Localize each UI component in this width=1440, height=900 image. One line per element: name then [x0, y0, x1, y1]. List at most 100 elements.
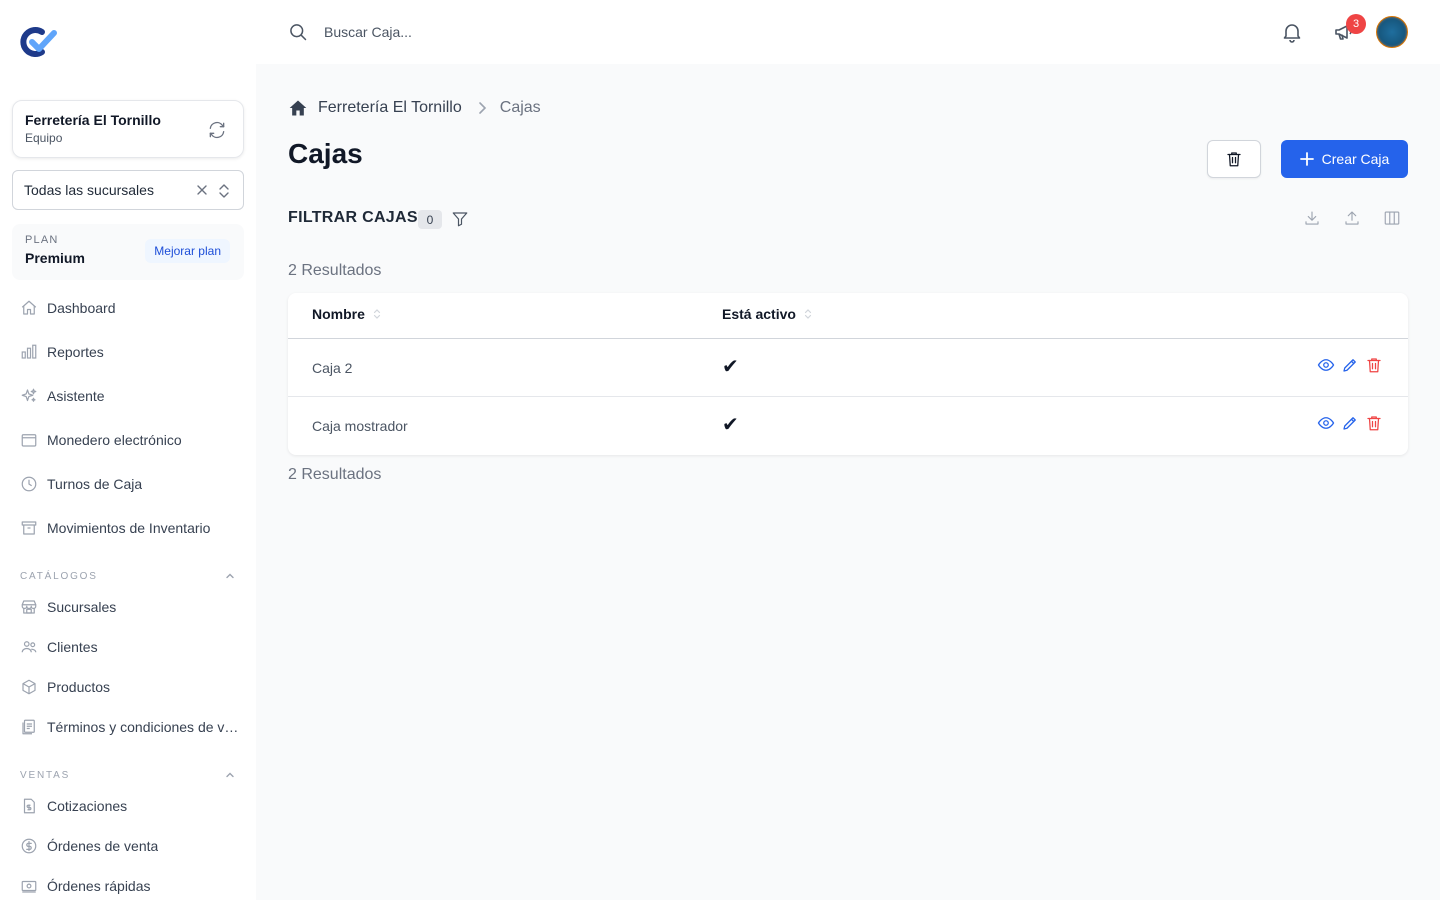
trash-icon[interactable]: [1365, 356, 1383, 374]
sidebar-item-label: Términos y condiciones de venta: [47, 719, 240, 735]
chevron-up-down-icon: [219, 184, 229, 198]
search-icon: [290, 24, 307, 41]
sidebar-item-dashboard[interactable]: Dashboard: [20, 296, 240, 320]
sparkles-icon: [21, 388, 37, 402]
chevron-right-icon: [478, 102, 486, 114]
breadcrumb-root[interactable]: Ferretería El Tornillo: [318, 99, 462, 117]
sidebar-item-label: Cotizaciones: [47, 798, 128, 814]
column-header-nombre[interactable]: Nombre: [312, 306, 382, 322]
cell-name: Caja 2: [312, 360, 353, 376]
team-name: Ferretería El Tornillo: [25, 112, 161, 128]
sidebar-item-label: Dashboard: [47, 300, 116, 316]
sidebar-item-asistente[interactable]: Asistente: [20, 384, 240, 408]
document-icon: [22, 719, 35, 735]
dollar-icon: [21, 838, 37, 854]
edit-icon[interactable]: [1341, 414, 1359, 432]
sidebar-item-reportes[interactable]: Reportes: [20, 340, 240, 364]
sidebar-item-label: Monedero electrónico: [47, 432, 182, 448]
invoice-icon: [23, 798, 35, 814]
sidebar-item-label: Reportes: [47, 344, 104, 360]
delete-button[interactable]: [1207, 140, 1261, 178]
avatar[interactable]: [1376, 16, 1408, 48]
sidebar-item-ordenes-venta[interactable]: Órdenes de venta: [20, 834, 240, 858]
trash-icon[interactable]: [1365, 414, 1383, 432]
archive-icon: [21, 521, 37, 535]
filter-count-badge: 0: [418, 210, 442, 229]
table-header: Nombre Está activo: [288, 293, 1408, 339]
clock-icon: [21, 476, 37, 492]
view-icon[interactable]: [1317, 356, 1335, 374]
home-icon[interactable]: [288, 98, 308, 118]
plan-card: PLAN Premium Mejorar plan: [12, 224, 244, 280]
cube-icon: [22, 679, 36, 695]
home-icon: [21, 300, 37, 315]
cajas-table: Nombre Está activo Caja 2 ✔ Caja mostrad…: [288, 293, 1408, 455]
sidebar: Ferretería El Tornillo Equipo Todas las …: [0, 0, 256, 900]
sidebar-item-label: Clientes: [47, 639, 98, 655]
edit-icon[interactable]: [1341, 356, 1359, 374]
sort-icon[interactable]: [803, 308, 813, 320]
sidebar-item-inventario[interactable]: Movimientos de Inventario: [20, 516, 240, 540]
sidebar-item-label: Movimientos de Inventario: [47, 520, 211, 536]
team-switcher[interactable]: Ferretería El Tornillo Equipo: [12, 100, 244, 158]
sidebar-item-turnos[interactable]: Turnos de Caja: [20, 472, 240, 496]
table-row: Caja mostrador ✔: [288, 397, 1408, 455]
page-title: Cajas: [288, 138, 363, 169]
search-input[interactable]: [324, 20, 724, 44]
wallet-icon: [21, 434, 37, 447]
upgrade-plan-button[interactable]: Mejorar plan: [145, 239, 230, 263]
create-caja-label: Crear Caja: [1321, 151, 1390, 167]
main-content: Ferretería El Tornillo Cajas Cajas Crear…: [256, 64, 1440, 900]
bell-icon[interactable]: [1280, 20, 1304, 44]
store-icon: [21, 600, 37, 614]
sidebar-item-terminos[interactable]: Términos y condiciones de venta: [20, 715, 240, 739]
sidebar-item-label: Turnos de Caja: [47, 476, 143, 492]
sidebar-item-productos[interactable]: Productos: [20, 675, 240, 699]
section-ventas[interactable]: VENTAS: [20, 769, 236, 781]
view-icon[interactable]: [1317, 414, 1335, 432]
sidebar-item-ordenes-rapidas[interactable]: Órdenes rápidas: [20, 874, 240, 898]
cell-name: Caja mostrador: [312, 418, 408, 434]
column-header-label: Nombre: [312, 306, 365, 322]
chart-icon: [21, 344, 37, 359]
sidebar-item-label: Órdenes rápidas: [47, 878, 151, 894]
row-actions: [1317, 414, 1383, 432]
sidebar-item-clientes[interactable]: Clientes: [20, 635, 240, 659]
breadcrumb-current: Cajas: [499, 99, 541, 116]
sidebar-item-label: Sucursales: [47, 599, 117, 615]
table-row: Caja 2 ✔: [288, 339, 1408, 397]
sidebar-item-sucursales[interactable]: Sucursales: [20, 595, 240, 619]
section-title: CATÁLOGOS: [20, 570, 98, 582]
branch-select[interactable]: Todas las sucursales: [12, 170, 244, 210]
plus-icon: [1299, 152, 1314, 166]
results-count-bottom: 2 Resultados: [288, 466, 382, 483]
filter-icon[interactable]: [451, 210, 469, 228]
sidebar-item-cotizaciones[interactable]: Cotizaciones: [20, 794, 240, 818]
create-caja-button[interactable]: Crear Caja: [1281, 140, 1408, 178]
filter-title: FILTRAR CAJAS: [288, 209, 418, 226]
switch-team-icon[interactable]: [207, 120, 227, 140]
breadcrumb: Ferretería El Tornillo Cajas: [288, 98, 541, 118]
download-icon[interactable]: [1303, 209, 1321, 227]
clear-icon[interactable]: [195, 183, 209, 197]
section-catalogos[interactable]: CATÁLOGOS: [20, 570, 236, 582]
row-actions: [1317, 356, 1383, 374]
sort-icon[interactable]: [372, 308, 382, 320]
topbar: 3: [256, 0, 1440, 64]
brand-logo-icon[interactable]: [20, 26, 58, 58]
chevron-up-icon[interactable]: [224, 769, 236, 781]
users-icon: [21, 641, 37, 653]
results-count-top: 2 Resultados: [288, 262, 382, 279]
column-header-activo[interactable]: Está activo: [722, 306, 813, 322]
active-check: ✔: [722, 356, 739, 378]
sidebar-item-label: Órdenes de venta: [47, 838, 159, 854]
column-header-label: Está activo: [722, 306, 796, 322]
sidebar-item-label: Productos: [47, 679, 111, 695]
upload-icon[interactable]: [1343, 209, 1361, 227]
sidebar-item-label: Asistente: [47, 388, 105, 404]
chevron-up-icon[interactable]: [224, 570, 236, 582]
sidebar-item-monedero[interactable]: Monedero electrónico: [20, 428, 240, 452]
columns-icon[interactable]: [1383, 209, 1401, 227]
section-title: VENTAS: [20, 769, 71, 781]
team-role: Equipo: [25, 131, 63, 145]
